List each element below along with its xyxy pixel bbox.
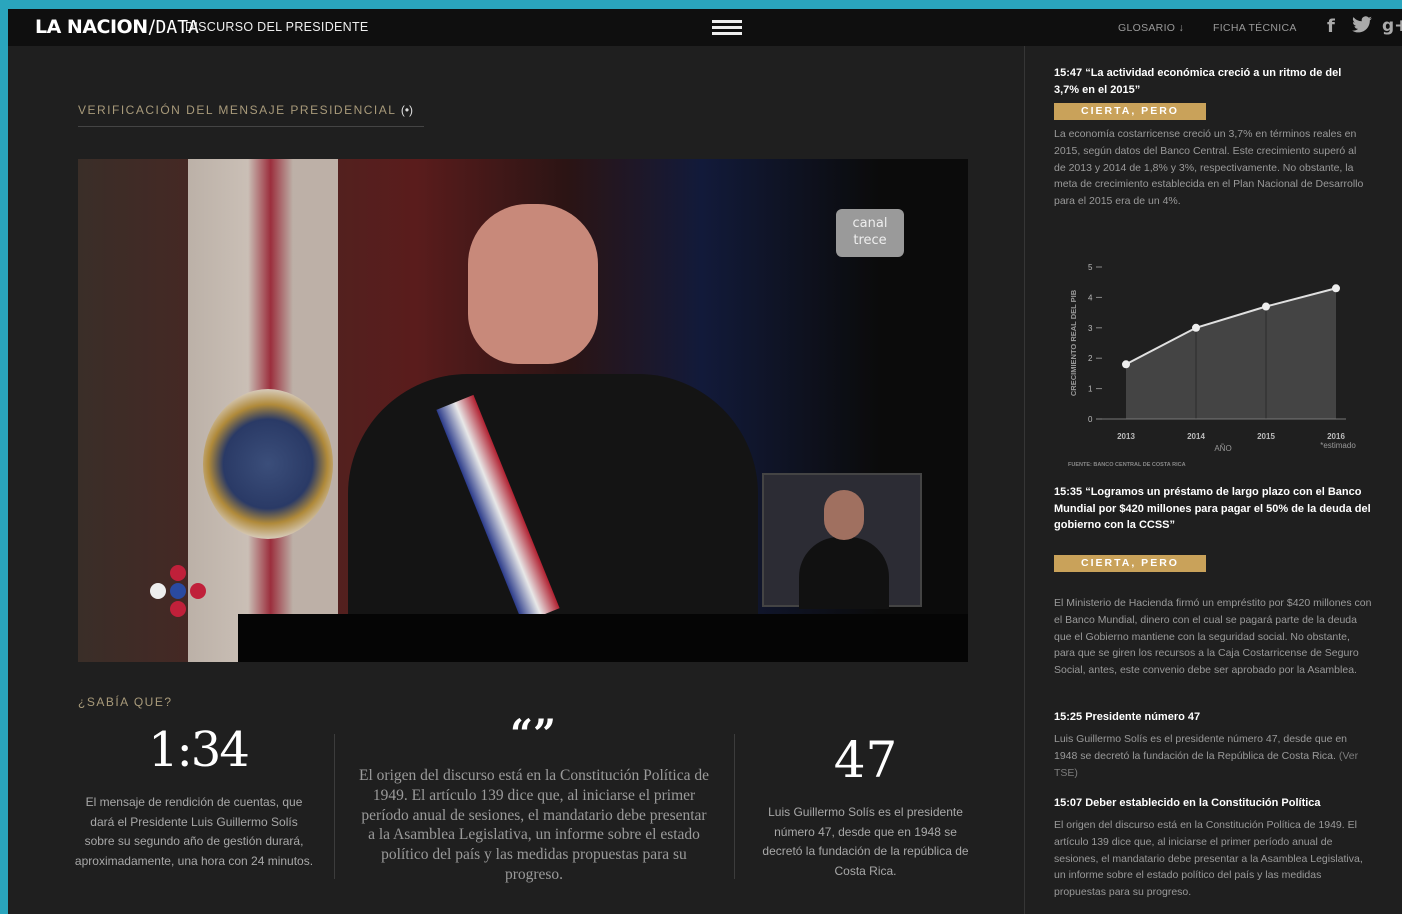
y-axis-label: CRECIMIENTO REAL DEL PIB — [1069, 289, 1078, 396]
president-number-stat: 47 — [833, 731, 898, 789]
logo-brand: LA NACION — [35, 16, 148, 38]
menu-icon[interactable] — [712, 20, 742, 36]
chart-point — [1262, 302, 1270, 311]
chart-point — [1122, 360, 1130, 369]
factcheck-body: El origen del discurso está en la Consti… — [1054, 819, 1363, 899]
google-plus-icon[interactable]: g+ — [1382, 16, 1402, 36]
page-frame: LA NACION/DATA DISCURSO DEL PRESIDENTE G… — [8, 9, 1402, 914]
sign-language-inset — [762, 473, 922, 609]
twitter-icon[interactable] — [1351, 16, 1373, 39]
coat-of-arms-graphic — [203, 389, 333, 539]
factcheck-body: La economía costarricense creció un 3,7%… — [1054, 128, 1364, 208]
duration-stat: 1:34 — [148, 722, 250, 778]
podium — [238, 614, 968, 662]
y-tick-label: 3 — [1088, 324, 1093, 333]
verification-label: VERIFICACIÓN DEL MENSAJE PRESIDENCIAL — [78, 103, 396, 117]
section-title: DISCURSO DEL PRESIDENTE — [185, 20, 369, 34]
chart-point — [1192, 323, 1200, 332]
channel-logo: canal trece — [836, 209, 904, 257]
chart-point — [1332, 284, 1340, 293]
y-tick-label: 2 — [1088, 354, 1093, 363]
x-tick-label: 2015 — [1257, 432, 1275, 441]
y-tick-label: 1 — [1088, 385, 1093, 394]
verdict-badge: CIERTA, PERO — [1054, 103, 1206, 120]
quote-text: El origen del discurso está en la Consti… — [359, 767, 709, 883]
facebook-icon[interactable]: f — [1327, 16, 1335, 37]
heading-underline — [78, 126, 424, 127]
logo-slash: / — [148, 16, 155, 38]
live-broadcast-icon: (•) — [400, 103, 414, 117]
factcheck-body: Luis Guillermo Solís es el presidente nú… — [1054, 731, 1372, 781]
gdp-growth-chart: 0 1 2 3 4 5 2013 2014 2015 2016*estimado AÑO CRECIM… — [1068, 263, 1356, 468]
verification-heading: VERIFICACIÓN DEL MENSAJE PRESIDENCIAL (•… — [78, 103, 413, 117]
top-bar: LA NACION/DATA DISCURSO DEL PRESIDENTE G… — [8, 9, 1402, 46]
factcheck-title: 15:07 Deber establecido en la Constituci… — [1054, 797, 1321, 809]
president-figure — [348, 204, 758, 662]
factcheck-title: 15:47 “La actividad económica creció a u… — [1054, 67, 1342, 96]
president-number-text: Luis Guillermo Solís es el presidente nú… — [762, 805, 969, 878]
pin-decoration — [150, 565, 206, 617]
sidebar-divider — [1024, 46, 1025, 914]
chart-area — [1126, 288, 1336, 419]
duration-stat-text: El mensaje de rendición de cuentas, que … — [74, 795, 314, 868]
factcheck-title: 15:35 “Logramos un préstamo de largo pla… — [1054, 486, 1371, 531]
x-tick-label: 2016 — [1327, 432, 1345, 441]
x-tick-label: 2013 — [1117, 432, 1135, 441]
column-divider — [334, 734, 335, 879]
factcheck-title: 15:25 Presidente número 47 — [1054, 711, 1201, 723]
nav-glosario-link[interactable]: GLOSARIO ↓ — [1118, 22, 1184, 34]
x-axis-label: AÑO — [1214, 444, 1231, 453]
nav-ficha-tecnica-link[interactable]: FICHA TÉCNICA — [1213, 22, 1297, 34]
quote-mark-icon: “” — [509, 711, 556, 758]
factcheck-body-text: Luis Guillermo Solís es el presidente nú… — [1054, 733, 1348, 762]
y-tick-label: 0 — [1088, 415, 1093, 424]
y-tick-label: 4 — [1088, 293, 1093, 302]
did-you-know-heading: ¿SABÍA QUE? — [78, 695, 173, 709]
verdict-badge: CIERTA, PERO — [1054, 555, 1206, 572]
chart-annotation: *estimado — [1320, 441, 1356, 450]
chart-source: FUENTE: BANCO CENTRAL DE COSTA RICA — [1068, 462, 1186, 468]
y-tick-label: 5 — [1088, 263, 1093, 272]
site-logo[interactable]: LA NACION/DATA — [35, 16, 199, 38]
video-player[interactable]: canal trece — [78, 159, 968, 662]
factcheck-body: El Ministerio de Hacienda firmó un empré… — [1054, 597, 1372, 677]
column-divider — [734, 734, 735, 879]
x-tick-label: 2014 — [1187, 432, 1205, 441]
